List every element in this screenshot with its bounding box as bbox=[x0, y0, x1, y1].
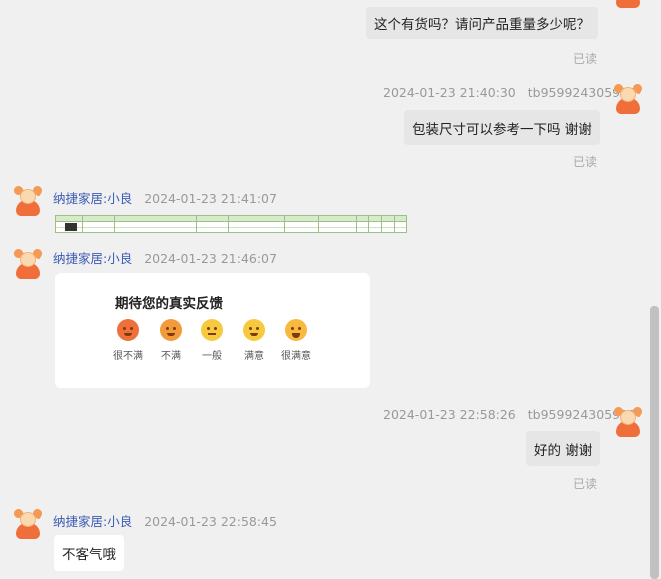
sender-name: 纳捷家居:小良 bbox=[53, 514, 133, 529]
scrollbar[interactable] bbox=[650, 306, 659, 579]
laugh-face-icon bbox=[285, 319, 307, 341]
avatar-seller[interactable] bbox=[12, 184, 44, 216]
message-text: 不客气哦 bbox=[62, 547, 116, 563]
feedback-card: 期待您的真实反馈 很不满 不满 一般 满意 很满意 bbox=[55, 273, 370, 388]
avatar-seller[interactable] bbox=[12, 507, 44, 539]
feedback-option-very-dissatisfied[interactable]: 很不满 bbox=[108, 319, 148, 362]
neutral-face-icon bbox=[201, 319, 223, 341]
avatar-user[interactable] bbox=[614, 0, 642, 8]
smile-face-icon bbox=[243, 319, 265, 341]
avatar-user[interactable] bbox=[612, 405, 644, 437]
feedback-option-neutral[interactable]: 一般 bbox=[192, 319, 232, 362]
read-status: 已读 bbox=[573, 477, 598, 491]
feedback-option-satisfied[interactable]: 满意 bbox=[234, 319, 274, 362]
message-bubble-own: 好的 谢谢 bbox=[526, 431, 601, 466]
table-image-thumbnail[interactable] bbox=[55, 215, 407, 233]
message-text: 好的 谢谢 bbox=[534, 442, 593, 459]
message-timestamp: 2024-01-23 21:46:07 bbox=[144, 251, 277, 266]
message-timestamp: 2024-01-23 22:58:45 bbox=[144, 514, 277, 529]
message-bubble-own: 包装尺寸可以参考一下吗 谢谢 bbox=[404, 110, 600, 145]
message-timestamp: 2024-01-23 21:40:30 bbox=[383, 85, 516, 100]
feedback-option-very-satisfied[interactable]: 很满意 bbox=[276, 319, 316, 362]
read-status: 已读 bbox=[573, 155, 598, 169]
angry-face-icon bbox=[160, 319, 182, 341]
product-image bbox=[65, 223, 77, 231]
very-angry-face-icon bbox=[117, 319, 139, 341]
message-header-seller: 纳捷家居:小良 2024-01-23 21:46:07 bbox=[53, 248, 277, 267]
message-bubble-own: 这个有货吗？请问产品重量多少呢？ bbox=[366, 7, 598, 39]
avatar-user[interactable] bbox=[612, 82, 644, 114]
message-header-seller: 纳捷家居:小良 2024-01-23 21:41:07 bbox=[53, 188, 277, 207]
message-text: 包装尺寸可以参考一下吗 谢谢 bbox=[412, 121, 592, 138]
message-header-own: 2024-01-23 22:58:26 tb959924305912 bbox=[383, 407, 636, 422]
message-header-seller: 纳捷家居:小良 2024-01-23 22:58:45 bbox=[53, 511, 277, 530]
feedback-title: 期待您的真实反馈 bbox=[115, 296, 223, 312]
sender-name: 纳捷家居:小良 bbox=[53, 191, 133, 206]
message-header-own: 2024-01-23 21:40:30 tb959924305912 bbox=[383, 85, 636, 100]
read-status: 已读 bbox=[573, 52, 598, 66]
message-timestamp: 2024-01-23 21:41:07 bbox=[144, 191, 277, 206]
message-bubble-seller: 不客气哦 bbox=[54, 535, 124, 571]
feedback-option-dissatisfied[interactable]: 不满 bbox=[151, 319, 191, 362]
sender-name: 纳捷家居:小良 bbox=[53, 251, 133, 266]
message-timestamp: 2024-01-23 22:58:26 bbox=[383, 407, 516, 422]
avatar-seller[interactable] bbox=[12, 247, 44, 279]
message-text: 这个有货吗？请问产品重量多少呢？ bbox=[374, 17, 590, 33]
